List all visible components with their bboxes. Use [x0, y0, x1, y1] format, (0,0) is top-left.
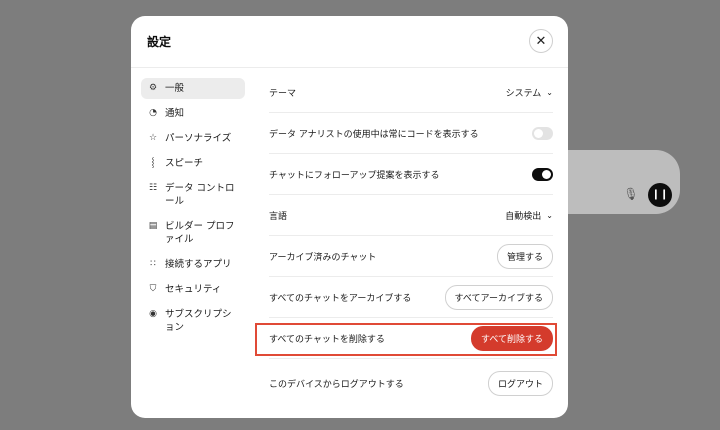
theme-row: テーマ システム ⌄: [269, 72, 553, 113]
logout-label: このデバイスからログアウトする: [269, 379, 404, 390]
microphone-icon: 🎙: [623, 187, 639, 201]
sidebar-item-personalize[interactable]: ☆ パーソナライズ: [141, 128, 245, 149]
settings-dialog: 設定 ✕ ⚙ 一般 ◔ 通知 ☆ パーソナライズ ⸾ スピーチ ☷ データ コン…: [131, 16, 568, 418]
code-display-toggle[interactable]: [532, 126, 553, 140]
sidebar-item-subscription[interactable]: ◉ サブスクリプション: [141, 304, 245, 338]
language-value: 自動検出: [505, 211, 542, 222]
apps-grid-icon: ∷: [150, 259, 156, 269]
chevron-down-icon: ⌄: [546, 87, 553, 97]
gear-icon: ⚙: [148, 83, 158, 93]
code-display-label: データ アナリストの使用中は常にコードを表示する: [269, 129, 479, 140]
delete-all-row: すべてのチャットを削除する すべて削除する: [269, 318, 553, 359]
sidebar-item-label: ビルダー プロファイル: [165, 221, 235, 245]
settings-sidebar: ⚙ 一般 ◔ 通知 ☆ パーソナライズ ⸾ スピーチ ☷ データ コントロール …: [141, 78, 245, 342]
waveform-icon: ⸾: [151, 158, 155, 168]
sidebar-item-label: パーソナライズ: [165, 133, 232, 144]
code-display-row: データ アナリストの使用中は常にコードを表示する: [269, 113, 553, 154]
chevron-down-icon: ⌄: [546, 210, 553, 220]
sidebar-item-label: データ コントロール: [165, 183, 235, 207]
sidebar-item-label: スピーチ: [165, 158, 204, 169]
theme-value: システム: [505, 88, 542, 99]
delete-all-label: すべてのチャットを削除する: [269, 334, 385, 345]
theme-label: テーマ: [269, 88, 297, 99]
delete-all-button[interactable]: すべて削除する: [470, 325, 553, 351]
dialog-title: 設定: [147, 35, 172, 49]
toggle-knob: [542, 169, 551, 179]
bell-icon: ◔: [149, 108, 157, 118]
manage-archived-button[interactable]: 管理する: [496, 243, 553, 269]
language-row: 言語 自動検出 ⌄: [269, 195, 553, 236]
database-icon: ☷: [148, 183, 158, 193]
sidebar-item-data-controls[interactable]: ☷ データ コントロール: [141, 178, 245, 212]
followup-label: チャットにフォローアップ提案を表示する: [269, 170, 440, 181]
sidebar-item-label: 通知: [165, 108, 185, 119]
sidebar-item-connected-apps[interactable]: ∷ 接続するアプリ: [141, 254, 245, 275]
archived-chats-label: アーカイブ済みのチャット: [269, 252, 377, 263]
dialog-header: 設定 ✕: [131, 16, 568, 68]
theme-dropdown[interactable]: システム ⌄: [506, 86, 553, 99]
sidebar-item-notifications[interactable]: ◔ 通知: [141, 103, 245, 124]
voice-mode-icon: ❙❙: [648, 183, 672, 207]
personalize-icon: ☆: [148, 133, 158, 143]
logout-row: このデバイスからログアウトする ログアウト: [269, 359, 553, 407]
archive-all-row: すべてのチャットをアーカイブする すべてアーカイブする: [269, 277, 553, 318]
shield-icon: ⛉: [149, 284, 157, 294]
followup-toggle[interactable]: [532, 167, 553, 181]
logout-button[interactable]: ログアウト: [487, 370, 553, 396]
sidebar-item-label: 一般: [165, 83, 185, 94]
toggle-knob: [534, 128, 543, 138]
sidebar-item-label: 接続するアプリ: [165, 259, 232, 270]
settings-content: テーマ システム ⌄ データ アナリストの使用中は常にコードを表示する チャット…: [269, 72, 553, 407]
language-dropdown[interactable]: 自動検出 ⌄: [505, 209, 553, 222]
sidebar-item-label: サブスクリプション: [165, 309, 232, 333]
profile-card-icon: ▤: [148, 221, 158, 231]
archive-all-label: すべてのチャットをアーカイブする: [269, 293, 412, 304]
sidebar-item-builder-profile[interactable]: ▤ ビルダー プロファイル: [141, 216, 245, 250]
sidebar-item-speech[interactable]: ⸾ スピーチ: [141, 153, 245, 174]
archived-chats-row: アーカイブ済みのチャット 管理する: [269, 236, 553, 277]
close-icon: ✕: [535, 33, 547, 49]
sidebar-item-label: セキュリティ: [165, 284, 222, 295]
archive-all-button[interactable]: すべてアーカイブする: [444, 284, 553, 310]
language-label: 言語: [269, 211, 288, 222]
followup-row: チャットにフォローアップ提案を表示する: [269, 154, 553, 195]
subscription-icon: ◉: [149, 309, 157, 319]
sidebar-item-general[interactable]: ⚙ 一般: [141, 78, 245, 99]
sidebar-item-security[interactable]: ⛉ セキュリティ: [141, 279, 245, 300]
close-button[interactable]: ✕: [529, 29, 553, 53]
